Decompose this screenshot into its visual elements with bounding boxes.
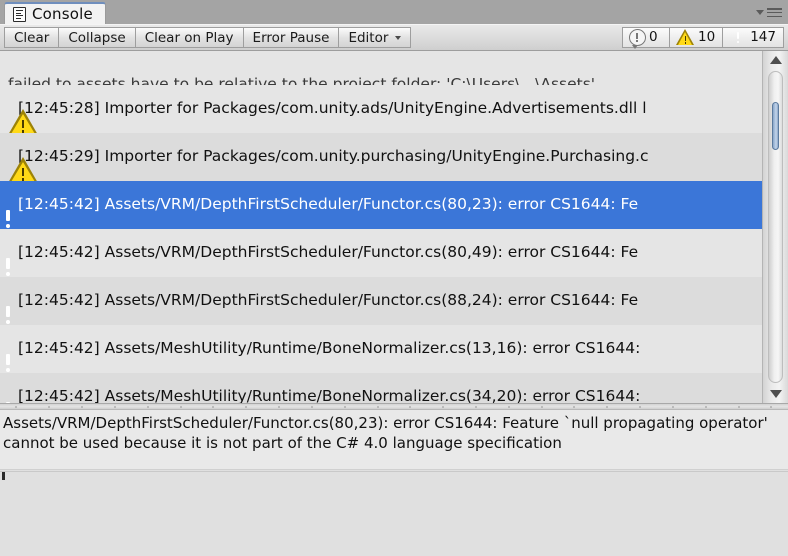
log-entry-text: [12:45:42] Assets/VRM/DepthFirstSchedule… bbox=[18, 243, 639, 262]
log-entry-text: [12:45:42] Assets/VRM/DepthFirstSchedule… bbox=[18, 291, 639, 310]
editor-dropdown-label: Editor bbox=[348, 29, 389, 46]
tab-console[interactable]: Console bbox=[4, 2, 106, 24]
scroll-thumb[interactable] bbox=[772, 102, 779, 150]
list-item[interactable]: [12:45:42] Assets/MeshUtility/Runtime/Bo… bbox=[0, 373, 762, 403]
error-pause-button[interactable]: Error Pause bbox=[243, 27, 340, 48]
tab-console-label: Console bbox=[32, 5, 93, 23]
panel-options-menu-icon[interactable] bbox=[756, 7, 782, 19]
list-item[interactable]: failed to assets have to be relative to … bbox=[0, 51, 762, 85]
console-list-icon bbox=[13, 6, 26, 22]
editor-dropdown[interactable]: Editor bbox=[339, 27, 412, 48]
list-item-selected[interactable]: [12:45:42] Assets/VRM/DepthFirstSchedule… bbox=[0, 181, 762, 229]
log-counters: 0 10 147 bbox=[622, 27, 784, 49]
log-vertical-scrollbar[interactable] bbox=[762, 51, 788, 403]
list-item[interactable]: [12:45:42] Assets/VRM/DepthFirstSchedule… bbox=[0, 277, 762, 325]
log-detail-text: Assets/VRM/DepthFirstScheduler/Functor.c… bbox=[3, 414, 773, 452]
clear-button[interactable]: Clear bbox=[4, 27, 60, 48]
panel-menu-caret-icon bbox=[756, 10, 764, 15]
console-toolbar: Clear Collapse Clear on Play Error Pause… bbox=[0, 24, 788, 51]
detail-pane-splitter[interactable] bbox=[0, 403, 788, 410]
splitter-grip-dots bbox=[0, 406, 788, 408]
warning-triangle-icon bbox=[676, 29, 695, 46]
info-count: 0 bbox=[649, 28, 658, 45]
info-counter[interactable]: 0 bbox=[622, 27, 671, 49]
error-octagon-icon bbox=[729, 29, 747, 47]
scroll-down-arrow-icon[interactable] bbox=[769, 390, 782, 398]
log-entry-text: [12:45:29] Importer for Packages/com.uni… bbox=[18, 147, 649, 166]
console-log-list[interactable]: failed to assets have to be relative to … bbox=[0, 51, 788, 403]
scrollbar-track[interactable] bbox=[768, 71, 783, 383]
list-item[interactable]: [12:45:28] Importer for Packages/com.uni… bbox=[0, 85, 762, 133]
error-count: 147 bbox=[750, 28, 776, 45]
log-entry-text: [12:45:42] Assets/MeshUtility/Runtime/Bo… bbox=[18, 339, 641, 358]
log-rows-viewport: failed to assets have to be relative to … bbox=[0, 51, 762, 403]
log-entry-text: [12:45:42] Assets/VRM/DepthFirstSchedule… bbox=[18, 195, 639, 214]
list-item[interactable]: [12:45:29] Importer for Packages/com.uni… bbox=[0, 133, 762, 181]
info-bubble-icon bbox=[629, 29, 647, 49]
error-counter[interactable]: 147 bbox=[723, 27, 784, 48]
console-bottom-area bbox=[0, 471, 788, 556]
list-item[interactable]: [12:45:42] Assets/MeshUtility/Runtime/Bo… bbox=[0, 325, 762, 373]
window-tab-bar: Console bbox=[0, 0, 788, 24]
log-entry-text: [12:45:28] Importer for Packages/com.uni… bbox=[18, 99, 647, 118]
chevron-down-icon bbox=[395, 35, 402, 40]
log-entry-text: [12:45:42] Assets/MeshUtility/Runtime/Bo… bbox=[18, 387, 641, 403]
log-entry-text: failed to assets have to be relative to … bbox=[8, 74, 596, 85]
log-detail-pane[interactable]: Assets/VRM/DepthFirstScheduler/Functor.c… bbox=[0, 410, 788, 470]
panel-menu-bars-icon bbox=[767, 8, 782, 18]
warning-counter[interactable]: 10 bbox=[670, 27, 724, 48]
collapse-button[interactable]: Collapse bbox=[59, 27, 136, 48]
clear-on-play-button[interactable]: Clear on Play bbox=[135, 27, 244, 48]
scroll-up-arrow-icon[interactable] bbox=[769, 56, 782, 64]
list-item[interactable]: [12:45:42] Assets/VRM/DepthFirstSchedule… bbox=[0, 229, 762, 277]
warning-count: 10 bbox=[698, 28, 716, 45]
unity-console-window: Console Clear Collapse Clear on Play Err… bbox=[0, 0, 788, 556]
text-caret-icon bbox=[2, 472, 5, 480]
